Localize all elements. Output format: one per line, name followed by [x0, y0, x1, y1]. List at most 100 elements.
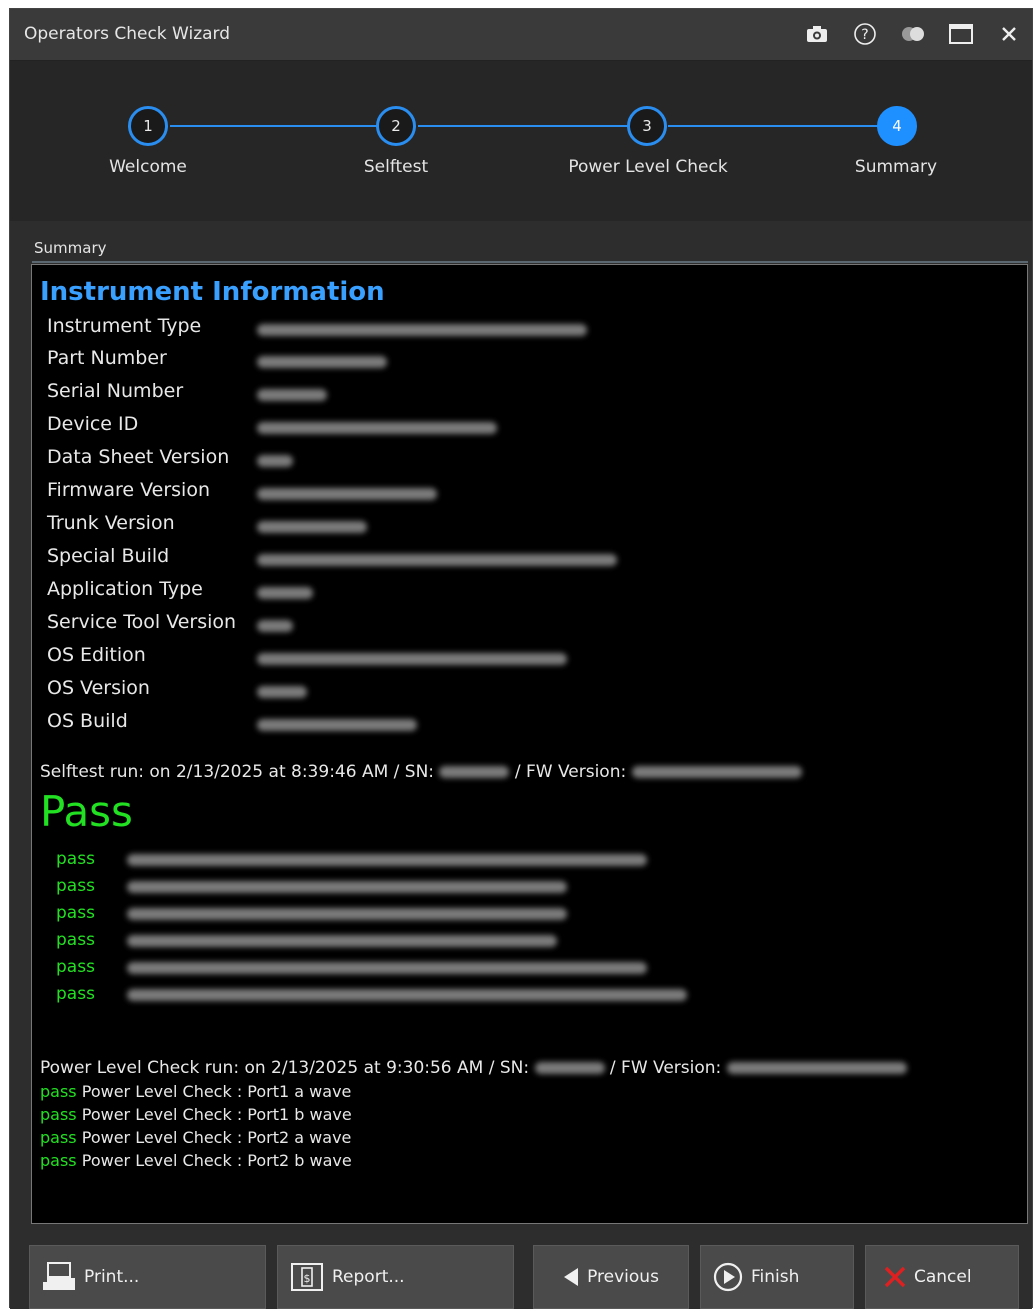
pass-status: pass: [40, 1128, 77, 1147]
info-key: OS Edition: [47, 644, 146, 666]
redacted-fw: [631, 766, 802, 778]
svg-text:?: ?: [861, 27, 868, 43]
pass-status: pass: [56, 930, 95, 950]
redacted-value: [257, 554, 617, 566]
previous-button-label: Previous: [587, 1267, 659, 1287]
print-button[interactable]: Print...: [29, 1245, 266, 1309]
report-icon: $: [290, 1262, 324, 1292]
info-row: OS Version: [47, 677, 947, 707]
maximize-icon[interactable]: [946, 19, 976, 49]
selftest-row: pass: [56, 903, 956, 929]
print-button-label: Print...: [84, 1267, 140, 1287]
pass-status: pass: [56, 849, 95, 869]
redacted-value: [257, 620, 293, 632]
selftest-row: pass: [56, 957, 956, 983]
selftest-row: pass: [56, 876, 956, 902]
power-level-run-text: Power Level Check run: on 2/13/2025 at 9…: [40, 1058, 530, 1078]
cancel-button[interactable]: Cancel: [865, 1245, 1019, 1309]
window-title: Operators Check Wizard: [24, 24, 231, 44]
finish-button-label: Finish: [751, 1267, 800, 1287]
pass-status: pass: [40, 1151, 77, 1170]
svg-text:$: $: [304, 1272, 311, 1285]
pass-status: pass: [56, 984, 95, 1004]
wizard-stepper: 1 2 3 4 Welcome Selftest Power Level Che…: [10, 61, 1032, 221]
step-connector: [668, 125, 880, 127]
info-row: Special Build: [47, 545, 947, 575]
power-level-row: pass Power Level Check : Port2 b wave: [40, 1151, 352, 1170]
triangle-left-icon: [563, 1267, 579, 1287]
info-key: OS Version: [47, 677, 150, 699]
redacted-test-name: [126, 853, 647, 866]
selftest-result: Pass: [40, 787, 133, 836]
info-key: Service Tool Version: [47, 611, 237, 633]
redacted-test-name: [126, 961, 647, 974]
camera-icon[interactable]: [802, 19, 832, 49]
button-bar: Print... $ Report... Previous Finish Can…: [10, 1233, 1032, 1309]
redacted-value: [257, 719, 417, 731]
redacted-value: [257, 324, 587, 336]
info-row: Trunk Version: [47, 512, 947, 542]
info-row: OS Edition: [47, 644, 947, 674]
info-row: Part Number: [47, 347, 947, 377]
redacted-test-name: [126, 880, 567, 893]
info-key: Serial Number: [47, 380, 184, 402]
selftest-fw-label: / FW Version:: [514, 762, 627, 782]
redacted-value: [257, 422, 497, 434]
redacted-fw: [726, 1062, 907, 1074]
step-4-circle[interactable]: 4: [877, 106, 917, 146]
info-key: Special Build: [47, 545, 170, 567]
info-row: Instrument Type: [47, 315, 947, 345]
info-key: Part Number: [47, 347, 167, 369]
step-1-circle[interactable]: 1: [128, 106, 168, 146]
step-3-circle[interactable]: 3: [627, 106, 667, 146]
title-bar: Operators Check Wizard ?: [10, 9, 1032, 61]
selftest-row: pass: [56, 849, 956, 875]
selftest-row: pass: [56, 984, 956, 1010]
help-icon[interactable]: ?: [850, 19, 880, 49]
step-connector: [170, 125, 378, 127]
redacted-test-name: [126, 907, 567, 920]
redacted-value: [257, 389, 327, 401]
report-button[interactable]: $ Report...: [277, 1245, 514, 1309]
step-4-label: Summary: [854, 157, 938, 177]
step-3-label: Power Level Check: [568, 157, 728, 177]
summary-report[interactable]: Instrument Information Instrument Type P…: [31, 264, 1028, 1224]
info-key: Application Type: [47, 578, 203, 600]
selftest-run-line: Selftest run: on 2/13/2025 at 8:39:46 AM…: [40, 762, 802, 782]
info-row: Serial Number: [47, 380, 947, 410]
redacted-value: [257, 356, 387, 368]
selftest-run-text: Selftest run: on 2/13/2025 at 8:39:46 AM…: [40, 762, 435, 782]
section-divider: [32, 261, 1028, 263]
step-2-circle[interactable]: 2: [376, 106, 416, 146]
info-row: Firmware Version: [47, 479, 947, 509]
redacted-sn: [534, 1062, 605, 1074]
info-row: Application Type: [47, 578, 947, 608]
report-button-label: Report...: [332, 1267, 405, 1287]
power-level-row: pass Power Level Check : Port1 a wave: [40, 1082, 351, 1101]
info-key: Trunk Version: [47, 512, 175, 534]
printer-icon: [42, 1262, 76, 1292]
redacted-value: [257, 587, 313, 599]
redacted-value: [257, 653, 567, 665]
pass-status: pass: [56, 876, 95, 896]
finish-button[interactable]: Finish: [700, 1245, 854, 1309]
pass-status: pass: [56, 957, 95, 977]
step-connector: [418, 125, 628, 127]
info-row: Data Sheet Version: [47, 446, 947, 476]
toggle-icon[interactable]: [898, 19, 928, 49]
wizard-window: Operators Check Wizard ? 1 2 3 4 Welcome…: [9, 8, 1033, 1309]
redacted-test-name: [126, 934, 557, 947]
redacted-sn: [439, 766, 510, 778]
power-level-row-text: Power Level Check : Port2 b wave: [81, 1151, 352, 1170]
redacted-value: [257, 455, 293, 467]
redacted-value: [257, 488, 437, 500]
info-row: Device ID: [47, 413, 947, 443]
power-level-row-text: Power Level Check : Port1 b wave: [81, 1105, 352, 1124]
step-1-label: Welcome: [109, 157, 187, 177]
cancel-button-label: Cancel: [914, 1267, 972, 1287]
pass-status: pass: [40, 1082, 77, 1101]
info-key: Instrument Type: [47, 315, 202, 337]
close-icon[interactable]: [994, 19, 1024, 49]
previous-button[interactable]: Previous: [533, 1245, 689, 1309]
info-row: Service Tool Version: [47, 611, 947, 641]
